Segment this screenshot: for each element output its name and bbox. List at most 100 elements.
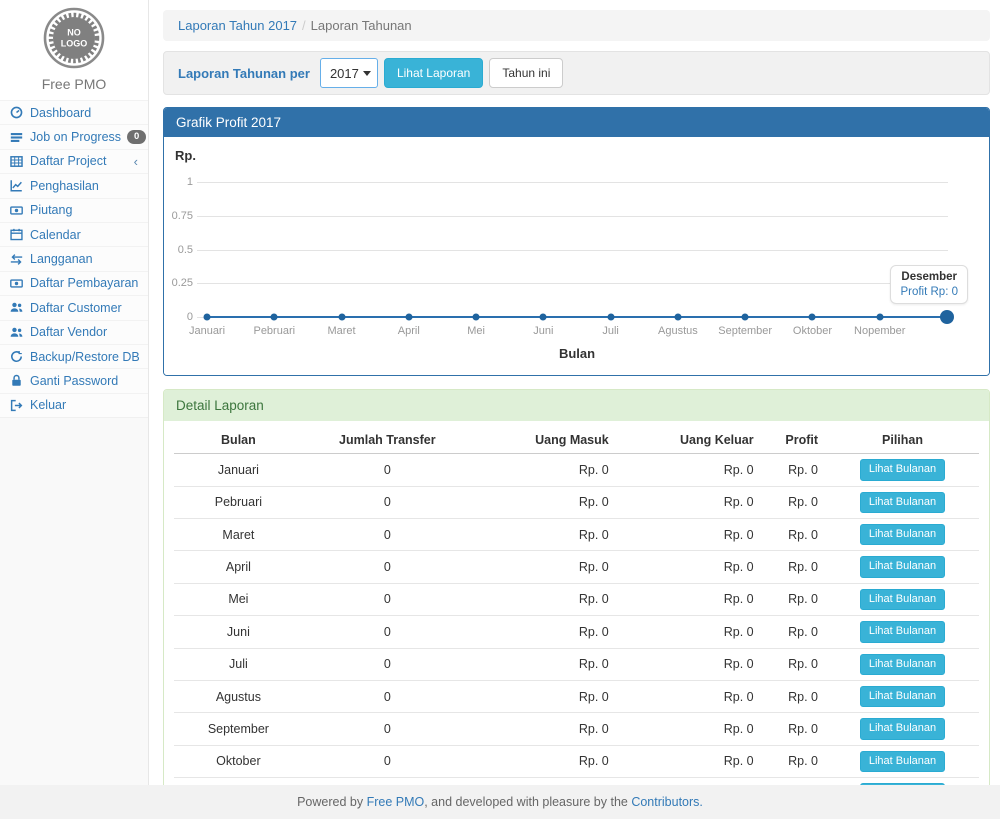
data-point-juli[interactable] (607, 314, 614, 321)
sidebar-item-langganan[interactable]: Langganan (0, 246, 148, 270)
footer: Powered by Free PMO, and developed with … (0, 785, 1000, 819)
year-select[interactable]: 2017 (320, 58, 378, 88)
cell-jumlah-transfer: 0 (303, 680, 472, 712)
sidebar-item-keluar[interactable]: Keluar (0, 393, 148, 417)
chart-tooltip: Desember Profit Rp: 0 (890, 265, 968, 304)
no-logo-badge-icon: NO LOGO (43, 7, 105, 69)
data-point-januari[interactable] (204, 314, 211, 321)
cell-pilihan: Lihat Bulanan (826, 486, 979, 518)
sidebar-item-label: Calendar (30, 228, 81, 242)
data-point-maret[interactable] (338, 314, 345, 321)
sidebar-item-label: Ganti Password (30, 374, 118, 388)
sidebar-item-label: Backup/Restore DB (30, 350, 140, 364)
tooltip-title: Desember (900, 271, 958, 283)
lihat-bulanan-button[interactable]: Lihat Bulanan (860, 718, 945, 739)
table-row: April 0 Rp. 0 Rp. 0 Rp. 0 Lihat Bulanan (174, 551, 979, 583)
lihat-bulanan-button[interactable]: Lihat Bulanan (860, 556, 945, 577)
cell-pilihan: Lihat Bulanan (826, 713, 979, 745)
cell-bulan: Agustus (174, 680, 303, 712)
cell-uang-keluar: Rp. 0 (617, 713, 762, 745)
col-uang-masuk: Uang Masuk (472, 427, 617, 454)
table-row: Oktober 0 Rp. 0 Rp. 0 Rp. 0 Lihat Bulana… (174, 745, 979, 777)
cell-pilihan: Lihat Bulanan (826, 454, 979, 486)
footer-brand-link[interactable]: Free PMO (367, 795, 425, 809)
cell-jumlah-transfer: 0 (303, 616, 472, 648)
table-icon (9, 155, 24, 168)
data-point-oktober[interactable] (809, 314, 816, 321)
data-point-nopember[interactable] (876, 314, 883, 321)
x-tick-label: April (398, 325, 420, 337)
cell-bulan: Maret (174, 518, 303, 550)
cell-jumlah-transfer: 0 (303, 713, 472, 745)
cell-uang-masuk: Rp. 0 (472, 648, 617, 680)
sidebar-item-label: Daftar Customer (30, 301, 122, 315)
lock-icon (9, 374, 24, 387)
col-pilihan: Pilihan (826, 427, 979, 454)
cell-bulan: April (174, 551, 303, 583)
cell-pilihan: Lihat Bulanan (826, 680, 979, 712)
monthly-report-table: Bulan Jumlah Transfer Uang Masuk Uang Ke… (174, 427, 979, 819)
footer-text-middle: , and developed with pleasure by the (424, 795, 631, 809)
lihat-bulanan-button[interactable]: Lihat Bulanan (860, 751, 945, 772)
data-point-desember[interactable] (940, 310, 954, 324)
cell-jumlah-transfer: 0 (303, 518, 472, 550)
sidebar-item-daftar-pembayaran[interactable]: Daftar Pembayaran (0, 271, 148, 295)
x-tick-label: September (718, 325, 772, 337)
sidebar-item-calendar[interactable]: Calendar (0, 222, 148, 246)
sidebar-item-backup-restore-db[interactable]: Backup/Restore DB (0, 344, 148, 368)
cell-jumlah-transfer: 0 (303, 745, 472, 777)
table-row: Maret 0 Rp. 0 Rp. 0 Rp. 0 Lihat Bulanan (174, 518, 979, 550)
sign-out-icon (9, 399, 24, 412)
filter-label: Laporan Tahunan per (178, 66, 310, 81)
cell-jumlah-transfer: 0 (303, 648, 472, 680)
y-tick-label: 0.75 (164, 210, 193, 222)
lihat-bulanan-button[interactable]: Lihat Bulanan (860, 524, 945, 545)
sidebar-item-dashboard[interactable]: Dashboard (0, 100, 148, 124)
lihat-laporan-button[interactable]: Lihat Laporan (384, 58, 483, 88)
caret-down-icon (363, 71, 371, 76)
data-point-september[interactable] (742, 314, 749, 321)
sidebar-item-daftar-customer[interactable]: Daftar Customer (0, 295, 148, 319)
sidebar-item-label: Penghasilan (30, 179, 99, 193)
data-point-pebruari[interactable] (271, 314, 278, 321)
cell-jumlah-transfer: 0 (303, 486, 472, 518)
tahun-ini-button[interactable]: Tahun ini (489, 58, 563, 88)
lihat-bulanan-button[interactable]: Lihat Bulanan (860, 589, 945, 610)
cell-bulan: Oktober (174, 745, 303, 777)
dashboard-icon (9, 106, 24, 119)
sidebar-item-job-on-progress[interactable]: Job on Progress 0 (0, 124, 148, 148)
breadcrumb-current: Laporan Tahunan (311, 18, 412, 33)
sidebar-item-penghasilan[interactable]: Penghasilan (0, 173, 148, 197)
data-point-april[interactable] (405, 314, 412, 321)
cell-uang-masuk: Rp. 0 (472, 518, 617, 550)
data-point-agustus[interactable] (674, 314, 681, 321)
sidebar-item-piutang[interactable]: Piutang (0, 198, 148, 222)
lihat-bulanan-button[interactable]: Lihat Bulanan (860, 654, 945, 675)
lihat-bulanan-button[interactable]: Lihat Bulanan (860, 686, 945, 707)
lihat-bulanan-button[interactable]: Lihat Bulanan (860, 492, 945, 513)
breadcrumb-link[interactable]: Laporan Tahun 2017 (178, 18, 297, 33)
col-profit: Profit (762, 427, 826, 454)
sidebar-item-label: Daftar Project (30, 154, 106, 168)
cell-uang-masuk: Rp. 0 (472, 616, 617, 648)
cell-profit: Rp. 0 (762, 551, 826, 583)
footer-contributors-link[interactable]: Contributors. (631, 795, 703, 809)
lihat-bulanan-button[interactable]: Lihat Bulanan (860, 459, 945, 480)
cell-profit: Rp. 0 (762, 745, 826, 777)
exchange-icon (9, 253, 24, 266)
sidebar-item-label: Piutang (30, 203, 72, 217)
tasks-icon (9, 131, 24, 144)
sidebar-item-ganti-password[interactable]: Ganti Password (0, 368, 148, 392)
data-point-mei[interactable] (473, 314, 480, 321)
logo-text-top: NO (67, 28, 81, 38)
cell-profit: Rp. 0 (762, 486, 826, 518)
gridline (197, 182, 948, 183)
data-point-juni[interactable] (540, 314, 547, 321)
sidebar-item-daftar-vendor[interactable]: Daftar Vendor (0, 320, 148, 344)
sidebar-item-daftar-project[interactable]: Daftar Project ‹ (0, 149, 148, 173)
lihat-bulanan-button[interactable]: Lihat Bulanan (860, 621, 945, 642)
main-content: Laporan Tahun 2017/Laporan Tahunan Lapor… (150, 0, 1000, 819)
x-tick-label: Maret (327, 325, 355, 337)
calendar-icon (9, 228, 24, 241)
refresh-icon (9, 350, 24, 363)
